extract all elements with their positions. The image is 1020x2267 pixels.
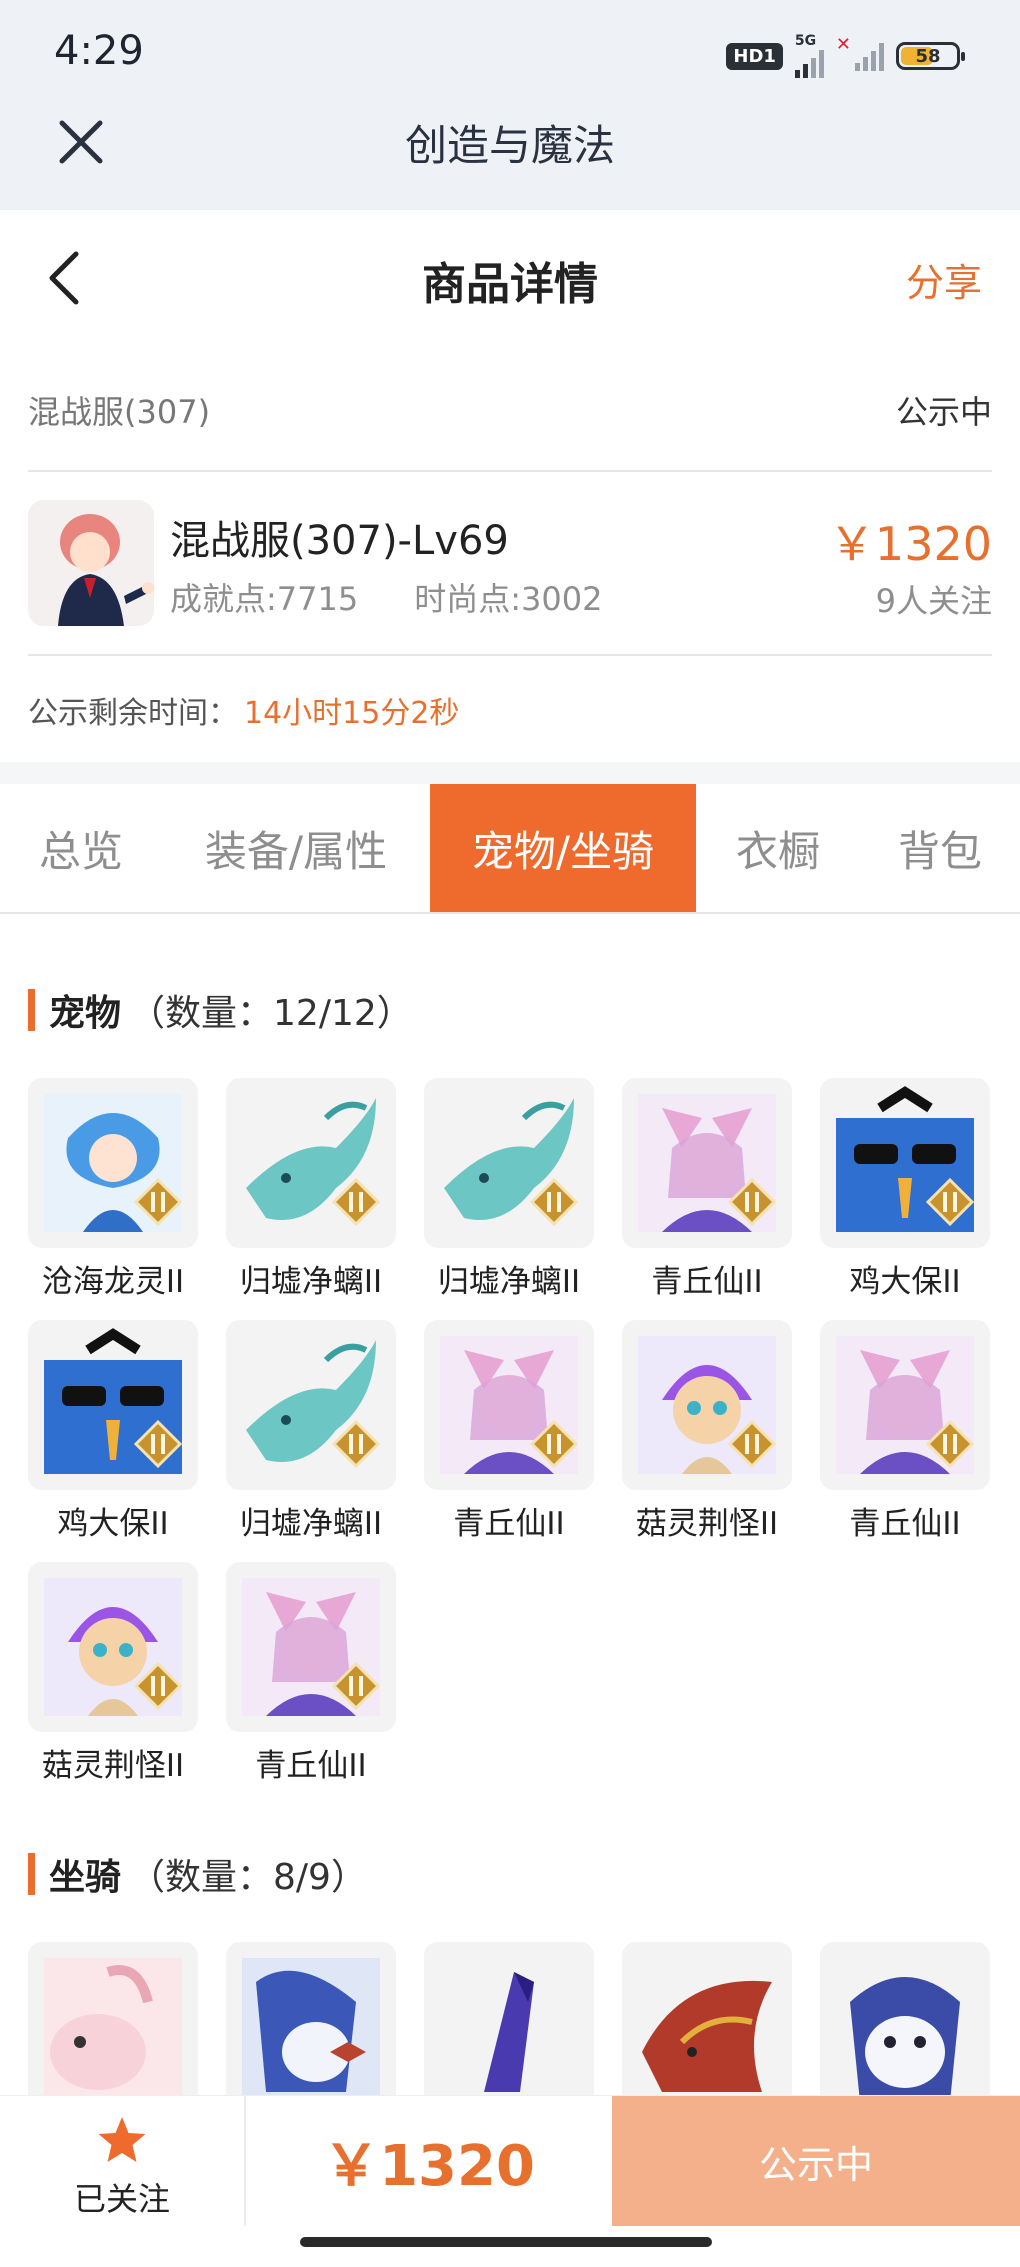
pet-card[interactable]: 沧海龙灵II: [28, 1078, 198, 1308]
pet-name: 青丘仙II: [255, 1748, 367, 1784]
signal-2-icon: [855, 41, 884, 71]
pet-name: 青丘仙II: [651, 1264, 763, 1300]
pet-name: 归墟净螭II: [437, 1264, 581, 1300]
pet-name: 归墟净螭II: [239, 1506, 383, 1542]
battery-level: 58: [915, 45, 941, 67]
tab-equipment[interactable]: 装备/属性: [162, 784, 430, 912]
section-marker: [28, 1853, 35, 1895]
mounts-section-header: 坐骑 （数量：8/9）: [28, 1848, 367, 1900]
product-stats: 成就点:7715 时尚点:3002: [170, 574, 602, 620]
status-bar: 4:29 HD1 5G ✕ 58: [0, 0, 1020, 110]
fashion-points: 时尚点:3002: [414, 580, 603, 618]
server-row: 混战服(307) 公示中: [28, 380, 992, 440]
no-signal-mark-icon: ✕: [835, 34, 851, 55]
pet-card[interactable]: 鸡大保II: [820, 1078, 990, 1308]
achievement-points: 成就点:7715: [170, 580, 359, 618]
pet-card[interactable]: 归墟净螭II: [424, 1078, 594, 1308]
status-text: 公示中: [895, 393, 992, 431]
mount-thumbnail: [424, 1942, 594, 2095]
pets-section-header: 宠物 （数量：12/12）: [28, 984, 413, 1036]
page-title: 商品详情: [422, 259, 598, 310]
pet-card[interactable]: 菇灵荆怪II: [622, 1320, 792, 1550]
follow-button[interactable]: 已关注: [0, 2096, 244, 2226]
product-title: 混战服(307)-Lv69: [170, 518, 509, 564]
mount-card[interactable]: [226, 1942, 396, 2095]
section-marker: [28, 989, 35, 1031]
bottom-price: ￥1320: [323, 2133, 535, 2199]
product-summary[interactable]: 混战服(307)-Lv69 成就点:7715 时尚点:3002 ￥1320 9人…: [28, 500, 992, 628]
tab-backpack[interactable]: 背包: [860, 784, 1020, 912]
pet-card[interactable]: 青丘仙II: [424, 1320, 594, 1550]
product-price: ￥1320: [828, 517, 992, 571]
countdown-label: 公示剩余时间：: [28, 696, 238, 731]
pet-thumbnail: [226, 1078, 396, 1248]
hd-icon: HD1: [726, 42, 783, 70]
pet-name: 菇灵荆怪II: [635, 1506, 779, 1542]
pet-thumbnail: [226, 1320, 396, 1490]
mount-thumbnail: [226, 1942, 396, 2095]
pet-name: 青丘仙II: [849, 1506, 961, 1542]
pet-thumbnail: [820, 1320, 990, 1490]
avatar: [28, 500, 154, 626]
mount-card[interactable]: [622, 1942, 792, 2095]
status-button[interactable]: 公示中: [612, 2096, 1020, 2226]
countdown-value: 14小时15分2秒: [244, 696, 460, 731]
pets-title: 宠物: [49, 993, 122, 1034]
follow-label: 已关注: [73, 2180, 170, 2218]
battery-icon: 58: [896, 42, 965, 70]
home-indicator[interactable]: [300, 2237, 712, 2247]
pet-name: 青丘仙II: [453, 1506, 565, 1542]
divider: [28, 470, 992, 472]
bottom-action-bar: 已关注 ￥1320 公示中: [0, 2095, 1020, 2226]
pet-card[interactable]: 青丘仙II: [622, 1078, 792, 1308]
pets-count: （数量：12/12）: [129, 993, 413, 1034]
pet-card[interactable]: 鸡大保II: [28, 1320, 198, 1550]
mount-thumbnail: [622, 1942, 792, 2095]
pet-name: 归墟净螭II: [239, 1264, 383, 1300]
mount-thumbnail: [28, 1942, 198, 2095]
pet-thumbnail: [226, 1562, 396, 1732]
pet-name: 鸡大保II: [57, 1506, 169, 1542]
mount-card[interactable]: [820, 1942, 990, 2095]
pet-thumbnail: [424, 1320, 594, 1490]
mount-card[interactable]: [28, 1942, 198, 2095]
pet-card[interactable]: 青丘仙II: [226, 1562, 396, 1792]
server-name: 混战服(307): [28, 393, 211, 431]
pet-thumbnail: [424, 1078, 594, 1248]
pet-thumbnail: [622, 1078, 792, 1248]
pet-card[interactable]: 归墟净螭II: [226, 1320, 396, 1550]
pet-name: 沧海龙灵II: [41, 1264, 185, 1300]
tab-overview[interactable]: 总览: [0, 784, 162, 912]
signal-icon: 5G: [794, 33, 824, 78]
divider: [28, 654, 992, 656]
pet-thumbnail: [28, 1078, 198, 1248]
mount-thumbnail: [820, 1942, 990, 2095]
share-button[interactable]: 分享: [906, 252, 982, 307]
countdown-row: 公示剩余时间： 14小时15分2秒: [28, 688, 459, 732]
tab-wardrobe[interactable]: 衣橱: [696, 784, 860, 912]
section-separator: [0, 762, 1020, 784]
status-icons: HD1 5G ✕ 58: [726, 33, 965, 78]
tab-bar: 总览 装备/属性 宠物/坐骑 衣橱 背包: [0, 784, 1020, 914]
pet-card[interactable]: 菇灵荆怪II: [28, 1562, 198, 1792]
pet-card[interactable]: 青丘仙II: [820, 1320, 990, 1550]
mount-grid: [28, 1942, 992, 2095]
pet-thumbnail: [28, 1320, 198, 1490]
network-label: 5G: [794, 33, 817, 49]
mount-card[interactable]: [424, 1942, 594, 2095]
pet-name: 菇灵荆怪II: [41, 1748, 185, 1784]
pet-card[interactable]: 归墟净螭II: [226, 1078, 396, 1308]
status-time: 4:29: [54, 28, 144, 74]
pet-thumbnail: [28, 1562, 198, 1732]
mounts-title: 坐骑: [49, 1857, 122, 1898]
tab-pets-mounts[interactable]: 宠物/坐骑: [430, 784, 696, 912]
app-title: 创造与魔法: [404, 121, 615, 170]
pet-thumbnail: [820, 1078, 990, 1248]
follower-count: 9人关注: [875, 582, 992, 620]
star-icon: [98, 2117, 146, 2162]
mounts-count: （数量：8/9）: [129, 1857, 367, 1898]
pet-thumbnail: [622, 1320, 792, 1490]
pet-name: 鸡大保II: [849, 1264, 961, 1300]
